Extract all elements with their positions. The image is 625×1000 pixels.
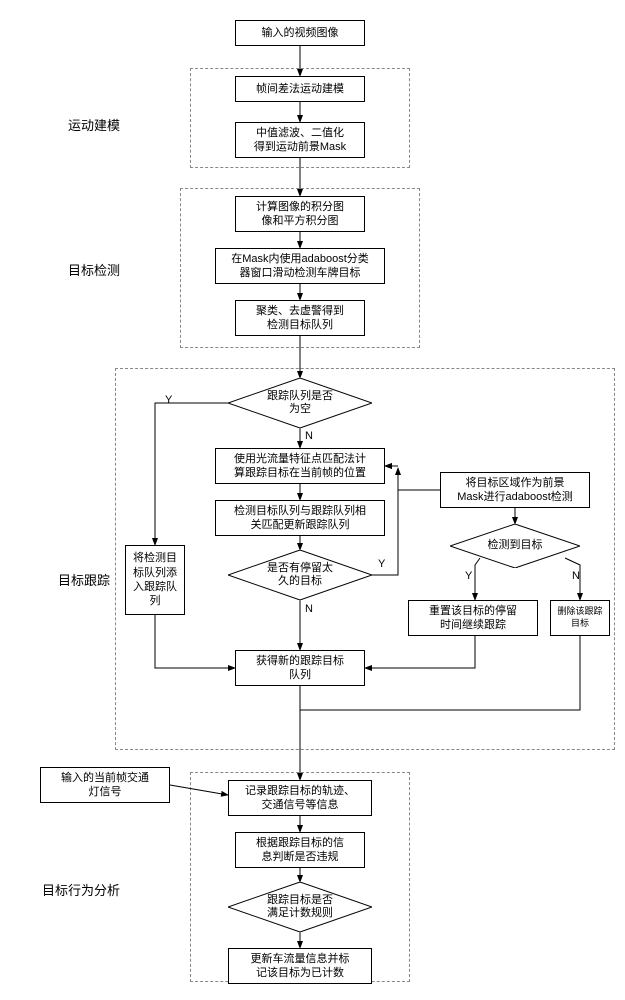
node-cluster: 聚类、去虚警得到 检测目标队列 [235,300,365,336]
node-add-to-track: 将检测目 标队列添 入跟踪队 列 [125,545,185,615]
node-detected: 检测到目标 [450,524,580,568]
edge-y1: Y [165,394,172,406]
node-stay-long: 是否有停留太 久的目标 [228,550,372,600]
node-median-bin: 中值滤波、二值化 得到运动前景Mask [235,122,365,158]
label-behavior-analysis: 目标行为分析 [30,880,120,899]
node-new-queue: 获得新的跟踪目标 队列 [235,650,365,686]
node-record: 记录跟踪目标的轨迹、 交通信号等信息 [228,780,372,816]
node-input-signal: 输入的当前帧交通 灯信号 [40,767,170,803]
node-delete-target: 删除该跟踪目标 [550,600,610,636]
node-adaboost-detect: 在Mask内使用adaboost分类 器窗口滑动检测车牌目标 [215,248,385,284]
label-object-tracking: 目标跟踪 [40,570,110,589]
edge-n1: N [305,430,313,442]
node-match-update: 检测目标队列与跟踪队列相 关匹配更新跟踪队列 [215,500,385,536]
node-q-empty: 跟踪队列是否 为空 [228,378,372,428]
node-update-flow: 更新车流量信息并标 记该目标为已计数 [228,948,372,984]
node-frame-diff: 帧间差法运动建模 [235,76,365,102]
node-integral: 计算图像的积分图 像和平方积分图 [235,196,365,232]
edge-n3: N [572,570,580,582]
node-fg-adaboost: 将目标区域作为前景 Mask进行adaboost检测 [440,472,590,508]
node-input-video: 输入的视频图像 [235,20,365,46]
label-object-detection: 目标检测 [50,260,120,279]
edge-n2: N [305,603,313,615]
label-motion-modeling: 运动建模 [50,115,120,134]
node-reset-stay: 重置该目标的停留 时间继续跟踪 [408,600,538,636]
node-count-rule: 跟踪目标是否 满足计数规则 [228,882,372,932]
node-optflow: 使用光流量特征点匹配法计 算跟踪目标在当前帧的位置 [215,448,385,484]
node-judge-violate: 根据跟踪目标的信 息判断是否违规 [235,832,365,868]
flowchart-canvas: 运动建模 目标检测 目标跟踪 目标行为分析 输入的视频图像 帧间差法运动建模 中… [10,10,615,990]
edge-y2: Y [378,558,385,570]
edge-y3: Y [465,570,472,582]
